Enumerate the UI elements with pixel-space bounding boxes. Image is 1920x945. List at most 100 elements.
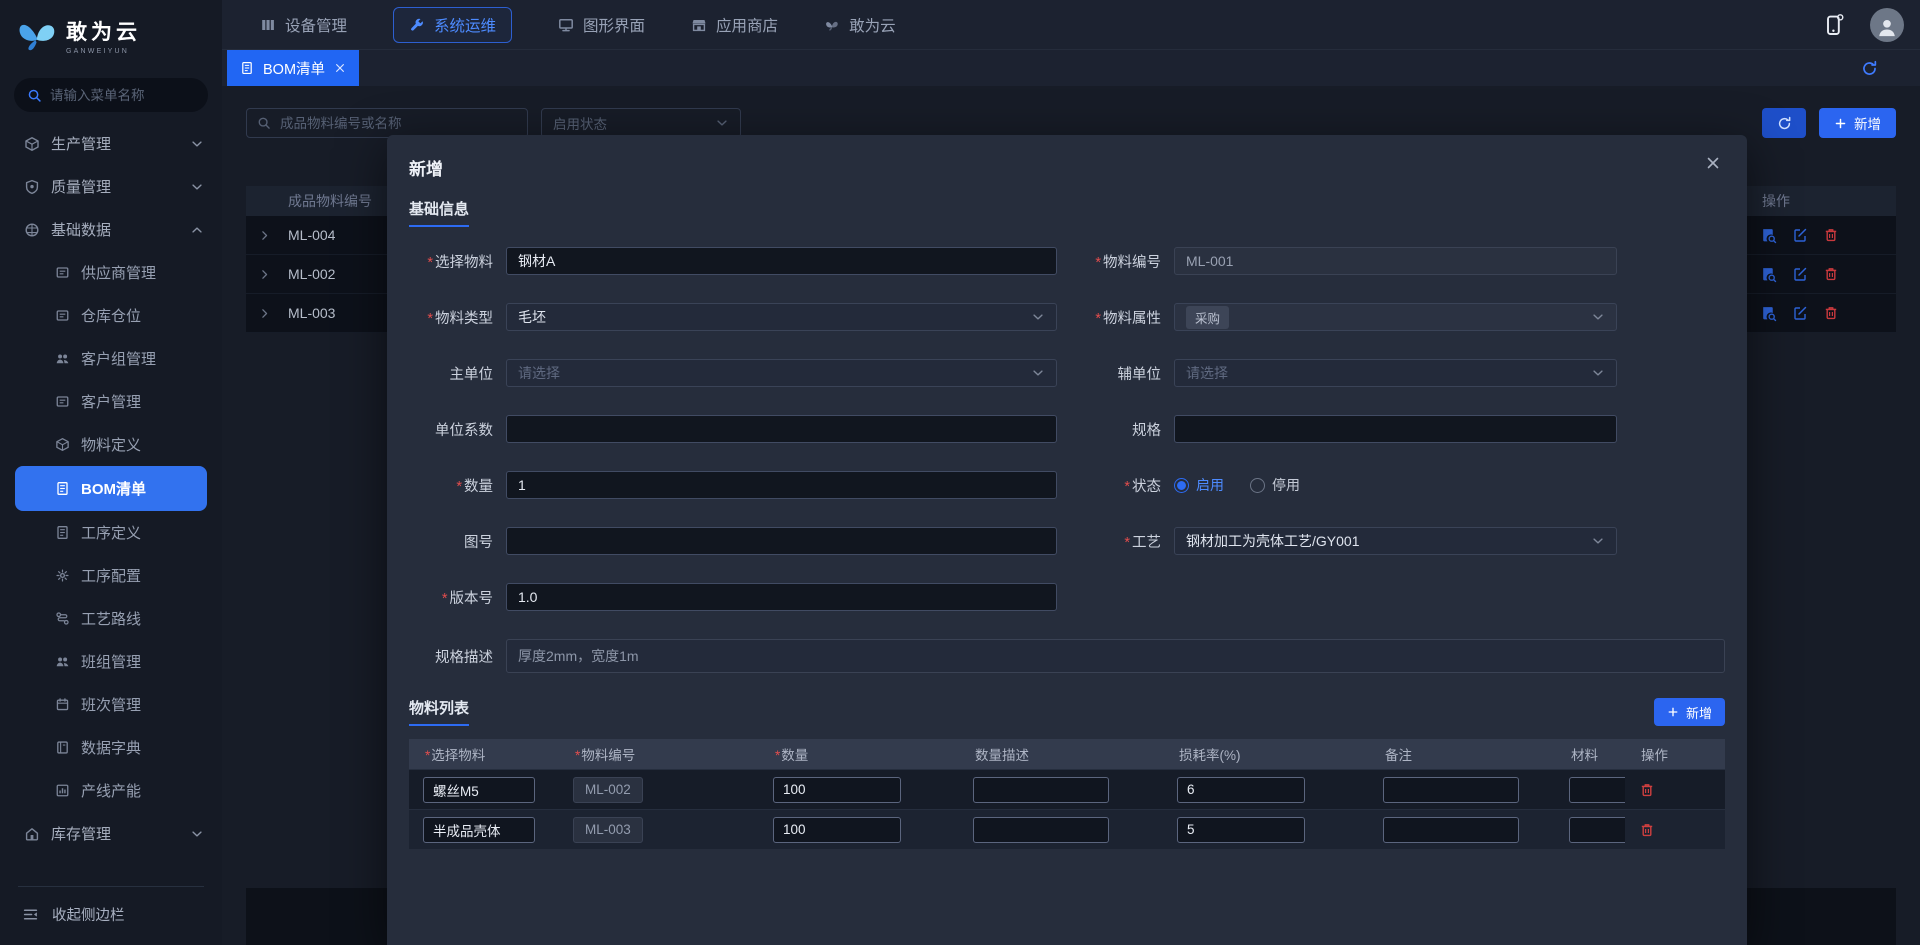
view-detail-button[interactable] [1760,266,1777,283]
sidebar-item-label: 工序配置 [81,565,141,586]
field-aux-unit: 辅单位 请选择 [1077,359,1725,387]
edit-button[interactable] [1792,305,1808,321]
card-icon [55,265,70,280]
row-qty-input[interactable] [773,777,901,803]
nav-item-ganweiyun[interactable]: 敢为云 [824,14,896,36]
tab-label: BOM清单 [263,58,325,79]
product-search-box[interactable] [246,108,528,138]
material-type-select[interactable]: 毛坯 [506,303,1057,331]
unit-factor-input[interactable] [518,421,1045,437]
craft-select[interactable]: 钢材加工为壳体工艺/GY001 [1174,527,1617,555]
column-raw-material: 材料 [1555,744,1625,764]
user-avatar[interactable] [1870,8,1904,42]
spec-input[interactable] [1186,421,1605,437]
nav-item-device-mgmt[interactable]: 设备管理 [260,14,347,36]
tab-bom-list[interactable]: BOM清单 [227,50,359,86]
row-loss-rate-input[interactable] [1177,777,1305,803]
collapse-sidebar-button[interactable]: 收起侧边栏 [0,891,222,937]
mobile-app-button[interactable] [1822,13,1846,37]
delete-button[interactable] [1823,305,1839,321]
add-bom-button[interactable]: 新增 [1819,108,1896,138]
sidebar-item-craft-route[interactable]: 工艺路线 [0,597,222,640]
quantity-input[interactable] [518,477,1045,493]
sidebar-item-basic-data[interactable]: 基础数据 [0,208,222,251]
row-expand-button[interactable] [258,307,288,320]
row-material-input[interactable] [423,817,535,843]
modal-close-button[interactable] [1705,155,1721,171]
row-remark-input[interactable] [1383,817,1519,843]
butterfly-icon [824,17,840,33]
chevron-down-icon [190,827,204,841]
sidebar-item-supplier-mgmt[interactable]: 供应商管理 [0,251,222,294]
sidebar: 敢为云 GANWEIYUN 生产管理 质量管理 基础数据 [0,0,222,945]
sidebar-item-quality[interactable]: 质量管理 [0,165,222,208]
sidebar-item-shift-mgmt[interactable]: 班次管理 [0,683,222,726]
delete-row-button[interactable] [1625,822,1725,838]
tab-refresh-button[interactable] [1861,60,1878,77]
product-search-input[interactable] [280,116,517,131]
row-qty-input[interactable] [773,817,901,843]
refresh-button[interactable] [1762,108,1806,138]
sidebar-item-process-definition[interactable]: 工序定义 [0,511,222,554]
select-value: 钢材加工为壳体工艺/GY001 [1186,531,1359,551]
row-material-input[interactable] [423,777,535,803]
row-loss-rate-input[interactable] [1177,817,1305,843]
row-code-chip: ML-003 [573,817,643,843]
row-expand-button[interactable] [258,268,288,281]
row-raw-material-input[interactable] [1569,777,1625,803]
sidebar-item-process-config[interactable]: 工序配置 [0,554,222,597]
status-filter-select[interactable]: 启用状态 [541,108,741,138]
sidebar-item-customer-mgmt[interactable]: 客户管理 [0,380,222,423]
select-material-input[interactable] [518,253,1045,269]
sidebar-menu-search[interactable] [14,78,208,112]
sidebar-item-bom-list[interactable]: BOM清单 [15,466,207,511]
radio-disabled[interactable]: 停用 [1250,475,1300,495]
doc-search-icon [1760,266,1777,283]
row-raw-material-input[interactable] [1569,817,1625,843]
row-expand-button[interactable] [258,229,288,242]
drawing-no-input[interactable] [518,533,1045,549]
edit-icon [1792,266,1808,282]
search-icon [27,88,42,103]
field-material-attr: 物料属性 采购 [1077,303,1725,331]
sidebar-item-production[interactable]: 生产管理 [0,122,222,165]
spec-desc-input[interactable] [518,648,1713,664]
edit-button[interactable] [1792,266,1808,282]
main-unit-select[interactable]: 请选择 [506,359,1057,387]
sidebar-search-input[interactable] [50,88,195,103]
sidebar-item-label: 数据字典 [81,737,141,758]
delete-button[interactable] [1823,227,1839,243]
sidebar-item-line-capacity[interactable]: 产线产能 [0,769,222,812]
search-icon [257,116,271,130]
sidebar-item-inventory[interactable]: 库存管理 [0,812,222,855]
row-remark-input[interactable] [1383,777,1519,803]
trash-icon [1823,305,1839,321]
row-qty-desc-input[interactable] [973,777,1109,803]
nav-item-graphic-ui[interactable]: 图形界面 [558,14,645,36]
version-input[interactable] [518,589,1045,605]
view-detail-button[interactable] [1760,305,1777,322]
sidebar-item-data-dictionary[interactable]: 数据字典 [0,726,222,769]
material-attr-select[interactable]: 采购 [1174,303,1617,331]
aux-unit-select[interactable]: 请选择 [1174,359,1617,387]
chevron-down-icon [715,116,729,130]
tab-close-button[interactable] [334,62,346,74]
delete-row-button[interactable] [1625,782,1725,798]
radio-enabled[interactable]: 启用 [1174,475,1224,495]
sidebar-item-label: 班次管理 [81,694,141,715]
row-qty-desc-input[interactable] [973,817,1109,843]
sidebar-item-team-mgmt[interactable]: 班组管理 [0,640,222,683]
delete-button[interactable] [1823,266,1839,282]
field-select-material: 选择物料 [409,247,1057,275]
nav-item-app-store[interactable]: 应用商店 [691,14,778,36]
radio-label: 启用 [1196,475,1224,495]
add-material-row-button[interactable]: 新增 [1654,698,1725,726]
nav-item-system-ops[interactable]: 系统运维 [393,7,512,43]
sidebar-item-material-definition[interactable]: 物料定义 [0,423,222,466]
sidebar-item-label: 库存管理 [51,823,111,844]
sidebar-item-warehouse[interactable]: 仓库仓位 [0,294,222,337]
edit-button[interactable] [1792,227,1808,243]
chevron-down-icon [1591,366,1605,380]
view-detail-button[interactable] [1760,227,1777,244]
sidebar-item-customer-group[interactable]: 客户组管理 [0,337,222,380]
